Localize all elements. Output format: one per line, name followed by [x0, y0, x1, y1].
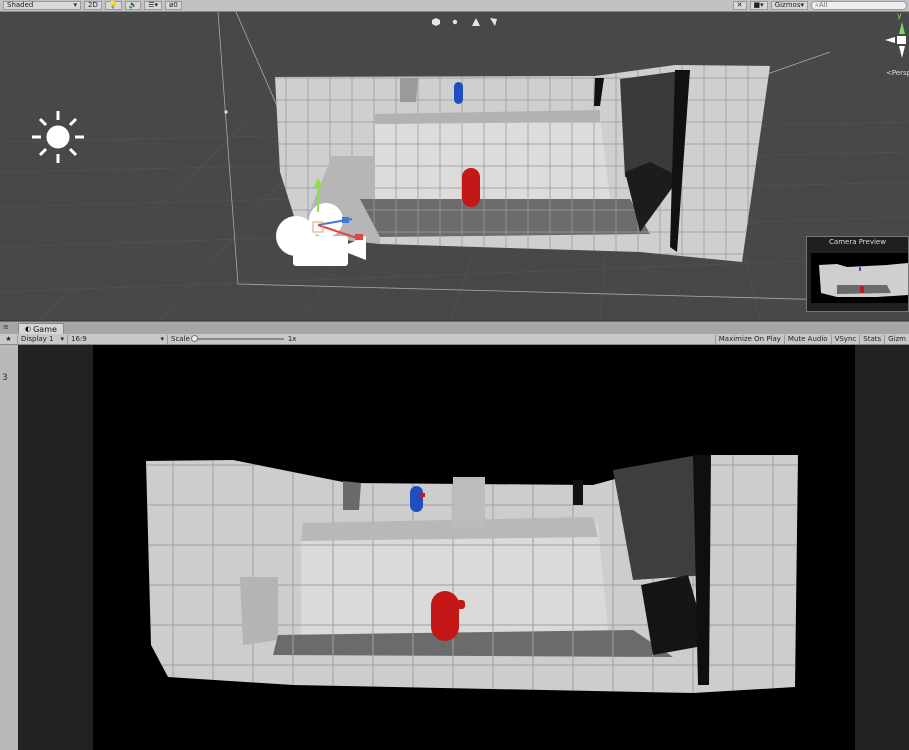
stats-toggle[interactable]: Stats	[860, 334, 886, 344]
enemy-capsule-game	[410, 486, 423, 512]
level-geometry-game	[146, 455, 798, 693]
camera-preview-panel: Camera Preview	[806, 236, 909, 312]
toggle-2d-button[interactable]: 2D	[84, 1, 102, 10]
draw-mode-label: Shaded	[7, 1, 34, 9]
game-viewport	[93, 345, 855, 750]
nodes-icon[interactable]	[452, 19, 458, 25]
game-controller-icon: ◐	[25, 324, 32, 333]
camera-icon: ■▾	[753, 1, 764, 9]
display-label: Display 1	[21, 334, 54, 343]
hidden-count: 0	[173, 1, 178, 9]
tools-toggle[interactable]: ✕	[732, 1, 747, 10]
level-geometry[interactable]	[275, 65, 770, 262]
aspect-label: 16:9	[71, 334, 87, 343]
player-capsule[interactable]	[462, 168, 480, 207]
enemy-facing-marker	[420, 493, 425, 497]
audio-toggle[interactable]: 🔊	[124, 1, 142, 10]
maximize-on-play-toggle[interactable]: Maximize On Play	[714, 334, 785, 344]
gizmos-dropdown[interactable]: Gizmos ▾	[770, 1, 808, 10]
hidden-objects-toggle[interactable]: ø 0	[165, 1, 182, 10]
projection-mode: Persp	[891, 69, 909, 77]
camera-preview-title: Camera Preview	[829, 238, 886, 246]
scale-label: Scale	[171, 334, 190, 343]
vsync-toggle[interactable]: VSync	[832, 334, 861, 344]
panel-menu-icon[interactable]: ≡	[3, 323, 9, 331]
scale-control: Scale 1x	[168, 335, 299, 344]
lighting-toggle[interactable]: 💡	[104, 1, 122, 10]
mute-audio-toggle[interactable]: Mute Audio	[785, 334, 832, 344]
camera-preview-image	[811, 253, 908, 303]
flag-icon[interactable]	[490, 18, 497, 26]
scale-slider[interactable]	[190, 335, 284, 342]
scene-search-field[interactable]: ⌕ All	[811, 1, 907, 10]
tab-game-label: Game	[33, 324, 57, 334]
gizmos-toggle[interactable]: Gizm	[885, 335, 909, 344]
draw-mode-dropdown[interactable]: Shaded ▾	[3, 1, 81, 10]
chevron-down-icon: ▾	[800, 1, 804, 9]
game-toolbar: ★ Display 1 ▾ 16:9 ▾ Scale 1x Maximize O…	[0, 334, 909, 345]
scene-view[interactable]: y <Persp Camera Preview	[0, 12, 909, 320]
enemy-capsule[interactable]	[454, 82, 463, 104]
light-gizmo-dot	[224, 110, 228, 114]
effects-dropdown[interactable]: ☰▾	[144, 1, 163, 10]
lightbulb-icon: 💡	[108, 1, 118, 9]
sun-icon[interactable]	[32, 111, 84, 163]
tab-game[interactable]: ◐ Game	[18, 323, 64, 334]
scene-view-tools	[432, 18, 497, 26]
projection-label[interactable]: <Persp	[886, 69, 909, 77]
chevron-down-icon: ▾	[60, 334, 64, 343]
game-view[interactable]	[18, 345, 909, 750]
game-render	[146, 455, 798, 693]
speaker-icon: 🔊	[128, 1, 138, 9]
left-panel-strip: 3	[0, 345, 18, 750]
axis-y-label: y	[897, 12, 902, 20]
navigation-icon[interactable]	[472, 18, 480, 26]
orientation-gizmo[interactable]	[885, 22, 906, 58]
scene-toolbar: Shaded ▾ 2D 💡 🔊 ☰▾ ø 0 ✕ ■▾ Gizmos ▾ ⌕ A…	[0, 0, 909, 12]
cube-icon[interactable]	[432, 18, 440, 26]
player-facing-marker	[456, 600, 465, 609]
chevron-down-icon: ▾	[160, 334, 164, 343]
scale-value: 1x	[287, 334, 297, 343]
aspect-dropdown[interactable]: 16:9 ▾	[68, 334, 168, 344]
panel-handle-icon: 3	[2, 373, 8, 383]
camera-settings-button[interactable]: ■▾	[749, 1, 768, 10]
display-dropdown[interactable]: Display 1 ▾	[18, 334, 68, 344]
effects-icon: ☰▾	[148, 1, 159, 9]
wrench-icon: ✕	[736, 1, 743, 9]
gizmos-label: Gizmos	[774, 1, 801, 9]
search-placeholder: All	[818, 1, 828, 9]
scale-slider-thumb[interactable]	[190, 335, 198, 342]
game-tab-strip: ≡ ◐ Game	[0, 321, 909, 334]
favorite-star-icon[interactable]: ★	[0, 334, 18, 344]
player-capsule-game	[431, 591, 459, 641]
chevron-down-icon: ▾	[73, 1, 77, 9]
scene-canvas	[0, 12, 909, 320]
